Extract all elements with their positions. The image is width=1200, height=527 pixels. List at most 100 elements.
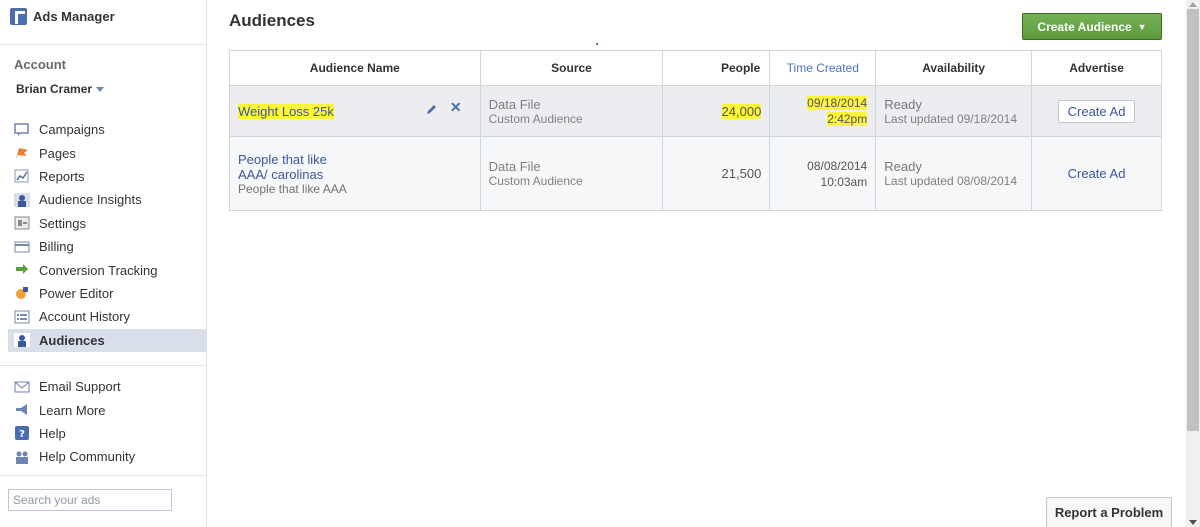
create-audience-label: Create Audience <box>1037 19 1132 34</box>
source-type: Custom Audience <box>488 174 583 188</box>
billing-card-icon <box>14 240 30 254</box>
audience-insights-icon <box>14 192 30 207</box>
nav-item-campaigns[interactable]: Campaigns <box>8 118 206 141</box>
created-date: 08/08/2014 <box>807 158 868 173</box>
availability-status: Ready <box>884 159 922 174</box>
time-created-cell: 09/18/2014 2:42pm <box>769 85 877 137</box>
campaigns-icon <box>14 122 30 137</box>
nav-item-learn-more[interactable]: Learn More <box>8 398 206 421</box>
source-cell: Data File Custom Audience <box>479 136 664 211</box>
page-scrollbar[interactable] <box>1186 0 1200 527</box>
nav-item-help-community[interactable]: Help Community <box>8 445 206 468</box>
source-cell: Data File Custom Audience <box>479 85 664 137</box>
people-count: 24,000 <box>721 103 762 119</box>
created-date: 09/18/2014 <box>807 96 868 110</box>
time-created-cell: 08/08/2014 10:03am <box>769 136 877 211</box>
chevron-down-icon: ▼ <box>1137 21 1147 32</box>
column-header-audience-name[interactable]: Audience Name <box>229 50 481 86</box>
nav-item-audiences[interactable]: Audiences <box>8 328 206 352</box>
ads-manager-logo-icon <box>10 8 27 25</box>
page-title: Audiences <box>229 11 315 30</box>
search-input[interactable] <box>8 489 172 511</box>
column-header-people[interactable]: People <box>662 50 771 86</box>
nav-label: Account History <box>39 309 131 325</box>
source-label: Data File <box>488 96 541 112</box>
scroll-up-arrow-icon[interactable] <box>1189 2 1197 7</box>
reports-chart-icon <box>14 169 30 183</box>
nav-label: Reports <box>39 168 85 184</box>
create-ad-link[interactable]: Create Ad <box>1068 166 1126 181</box>
audience-description: People that like AAA <box>238 181 347 196</box>
email-icon <box>14 380 30 394</box>
table-row[interactable]: People that like AAA/ carolinas People th… <box>229 136 1162 211</box>
column-header-time-created[interactable]: Time Created <box>769 50 877 86</box>
sidebar: Ads Manager Account Brian Cramer Campaig… <box>0 0 207 527</box>
nav-label: Audience Insights <box>39 192 142 208</box>
report-problem-button[interactable]: Report a Problem <box>1046 497 1172 527</box>
nav-item-help[interactable]: ? Help <box>8 422 206 445</box>
people-count: 21,500 <box>721 166 762 181</box>
advertise-cell: Create Ad <box>1031 85 1162 137</box>
nav-label: Settings <box>39 215 86 231</box>
nav-label: Help <box>39 425 66 441</box>
audience-name-link[interactable]: Weight Loss 25k <box>238 103 334 119</box>
nav-label: Pages <box>39 145 76 161</box>
people-cell: 21,500 <box>662 136 771 211</box>
audiences-icon <box>14 333 30 348</box>
advertise-cell: Create Ad <box>1031 136 1162 211</box>
create-ad-button[interactable]: Create Ad <box>1057 99 1136 123</box>
audience-name-cell: Weight Loss 25k ✕ <box>229 85 481 137</box>
availability-cell: Ready Last updated 08/08/2014 <box>875 136 1033 211</box>
nav-label: Campaigns <box>39 122 105 138</box>
availability-updated: Last updated 09/18/2014 <box>884 111 1018 126</box>
megaphone-icon <box>14 403 30 417</box>
nav-item-email-support[interactable]: Email Support <box>8 375 206 398</box>
people-cell: 24,000 <box>662 85 771 137</box>
nav-label: Learn More <box>39 402 106 418</box>
power-editor-icon <box>14 286 30 300</box>
audiences-table: Audience Name Source People Time Created… <box>229 50 1162 211</box>
pencil-edit-icon[interactable] <box>426 103 438 115</box>
table-row[interactable]: Weight Loss 25k ✕ Data File Custom Audie… <box>229 85 1162 137</box>
created-time: 10:03am <box>820 174 868 189</box>
availability-updated: Last updated 08/08/2014 <box>884 174 1018 188</box>
close-delete-icon[interactable]: ✕ <box>450 99 462 116</box>
nav-label: Email Support <box>39 379 121 395</box>
pages-flag-icon <box>14 146 30 160</box>
account-history-icon <box>14 310 30 324</box>
nav-item-audience-insights[interactable]: Audience Insights <box>8 188 206 211</box>
brand[interactable]: Ads Manager <box>10 8 115 25</box>
audience-name-cell: People that like AAA/ carolinas People th… <box>229 136 481 211</box>
source-type: Custom Audience <box>488 111 583 126</box>
audience-name-link[interactable]: People that like AAA/ carolinas <box>238 152 327 182</box>
scrollbar-thumb[interactable] <box>1187 9 1199 431</box>
decorative-dot <box>596 43 598 45</box>
nav-item-billing[interactable]: Billing <box>8 235 206 258</box>
nav-item-power-editor[interactable]: Power Editor <box>8 282 206 305</box>
nav-label: Billing <box>39 239 74 255</box>
divider <box>0 365 206 366</box>
nav-primary: Campaigns Pages Reports Audience Insight… <box>8 118 206 352</box>
nav-item-reports[interactable]: Reports <box>8 165 206 188</box>
nav-label: Audiences <box>39 332 105 348</box>
create-audience-button[interactable]: Create Audience ▼ <box>1022 13 1162 40</box>
column-header-advertise[interactable]: Advertise <box>1031 50 1162 86</box>
audience-name-line: AAA/ carolinas <box>238 166 324 182</box>
nav-item-conversion-tracking[interactable]: Conversion Tracking <box>8 258 206 281</box>
table-header-row: Audience Name Source People Time Created… <box>229 50 1162 86</box>
availability-status: Ready <box>884 96 922 112</box>
scroll-down-arrow-icon[interactable] <box>1189 520 1197 525</box>
column-header-source[interactable]: Source <box>479 50 664 86</box>
nav-item-pages[interactable]: Pages <box>8 141 206 164</box>
nav-item-account-history[interactable]: Account History <box>8 305 206 328</box>
divider <box>0 44 206 45</box>
nav-item-settings[interactable]: Settings <box>8 212 206 235</box>
account-selector[interactable]: Brian Cramer <box>16 82 105 96</box>
nav-support: Email Support Learn More ? Help Help Com… <box>8 375 206 469</box>
column-header-availability[interactable]: Availability <box>875 50 1033 86</box>
source-label: Data File <box>488 159 541 174</box>
audience-name-line: People that like <box>238 151 327 167</box>
conversion-tracking-icon <box>14 263 30 277</box>
community-icon <box>14 450 30 464</box>
account-name: Brian Cramer <box>16 82 93 96</box>
